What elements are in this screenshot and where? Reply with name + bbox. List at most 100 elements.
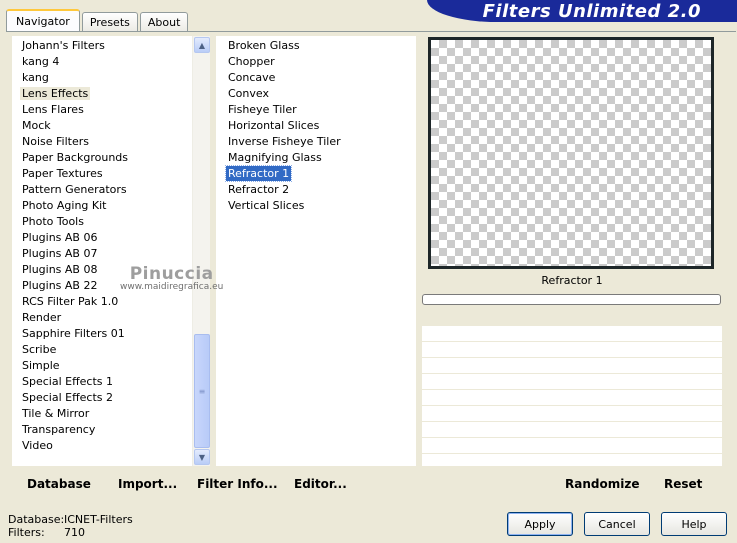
filter-item[interactable]: Horizontal Slices [216, 118, 416, 134]
category-item-label: Photo Aging Kit [22, 199, 107, 212]
import-button[interactable]: Import... [118, 477, 177, 491]
category-scrollbar[interactable]: ▲ ≡ ▼ [192, 36, 210, 466]
category-item-label: Sapphire Filters 01 [22, 327, 125, 340]
filter-item-label: Magnifying Glass [228, 151, 322, 164]
category-item[interactable]: Lens Flares [12, 102, 210, 118]
parameter-row [422, 374, 722, 390]
category-item-label: Plugins AB 22 [22, 279, 98, 292]
category-item[interactable]: Sapphire Filters 01 [12, 326, 210, 342]
category-item-label: Pattern Generators [22, 183, 127, 196]
category-item[interactable]: Johann's Filters [12, 38, 210, 54]
category-item[interactable]: Paper Textures [12, 166, 210, 182]
filter-item-label: Chopper [228, 55, 275, 68]
category-item[interactable]: Special Effects 1 [12, 374, 210, 390]
filter-item[interactable]: Convex [216, 86, 416, 102]
filter-info-button[interactable]: Filter Info... [197, 477, 278, 491]
category-item-label: Paper Textures [22, 167, 103, 180]
category-list-panel: Johann's Filters kang 4 kang Lens Effects Le… [12, 36, 210, 466]
category-item-label: Photo Tools [22, 215, 84, 228]
reset-button[interactable]: Reset [664, 477, 702, 491]
parameter-row [422, 406, 722, 422]
editor-button[interactable]: Editor... [294, 477, 347, 491]
scroll-grip-icon: ≡ [198, 386, 206, 396]
category-item-label: Plugins AB 06 [22, 231, 98, 244]
category-item[interactable]: RCS Filter Pak 1.0 [12, 294, 210, 310]
filter-item-label: Broken Glass [228, 39, 300, 52]
category-item[interactable]: Paper Backgrounds [12, 150, 210, 166]
tab-about[interactable]: About [139, 12, 189, 31]
category-item-label: Mock [22, 119, 51, 132]
category-item-label: Lens Flares [22, 103, 84, 116]
progress-bar [422, 294, 721, 305]
category-item-label: Lens Effects [20, 87, 91, 100]
filter-item[interactable]: Concave [216, 70, 416, 86]
filter-list: Broken Glass Chopper Concave Convex Fisheye … [216, 36, 416, 214]
category-item[interactable]: Lens Effects [12, 86, 210, 102]
scroll-thumb[interactable]: ≡ [194, 334, 210, 448]
category-item[interactable]: Plugins AB 06 [12, 230, 210, 246]
parameter-area [422, 326, 722, 466]
category-item-label: kang [22, 71, 49, 84]
filter-item[interactable]: Vertical Slices [216, 198, 416, 214]
category-item[interactable]: Scribe [12, 342, 210, 358]
parameter-row [422, 326, 722, 342]
tab-navigator[interactable]: Navigator [6, 9, 80, 31]
cancel-button[interactable]: Cancel [584, 512, 650, 536]
category-item[interactable]: Tile & Mirror [12, 406, 210, 422]
category-item-label: Special Effects 1 [22, 375, 114, 388]
filter-item[interactable]: Fisheye Tiler [216, 102, 416, 118]
parameter-row [422, 342, 722, 358]
navigator-toolbar: Database Import... Filter Info... Editor… [12, 470, 416, 496]
category-item-label: Tile & Mirror [22, 407, 90, 420]
filter-item-label: Fisheye Tiler [228, 103, 297, 116]
filter-item-label: Refractor 2 [228, 183, 290, 196]
category-item[interactable]: Video [12, 438, 210, 454]
category-item[interactable]: Photo Tools [12, 214, 210, 230]
category-item[interactable]: Render [12, 310, 210, 326]
category-item[interactable]: Mock [12, 118, 210, 134]
filter-item[interactable]: Magnifying Glass [216, 150, 416, 166]
help-button[interactable]: Help [661, 512, 727, 536]
filter-item[interactable]: Inverse Fisheye Tiler [216, 134, 416, 150]
tab-label: Presets [89, 15, 130, 29]
category-item[interactable]: Special Effects 2 [12, 390, 210, 406]
filters-count-value: 710 [64, 526, 85, 539]
category-item[interactable]: Noise Filters [12, 134, 210, 150]
filter-item[interactable]: Chopper [216, 54, 416, 70]
filter-item-label: Convex [228, 87, 269, 100]
filter-item-label: Concave [228, 71, 276, 84]
scroll-down-icon[interactable]: ▼ [194, 449, 210, 465]
watermark-url: www.maidiregrafica.eu [120, 282, 224, 292]
parameter-row [422, 358, 722, 374]
category-item-label: Special Effects 2 [22, 391, 114, 404]
filter-item[interactable]: Refractor 2 [216, 182, 416, 198]
filters-count-label: Filters: [8, 526, 45, 539]
tab-divider [6, 31, 736, 32]
scroll-up-icon[interactable]: ▲ [194, 37, 210, 53]
parameter-row [422, 390, 722, 406]
apply-button[interactable]: Apply [507, 512, 573, 536]
category-item[interactable]: Plugins AB 07 [12, 246, 210, 262]
filter-item-label: Horizontal Slices [228, 119, 320, 132]
randomize-button[interactable]: Randomize [565, 477, 639, 491]
category-item-label: Johann's Filters [22, 39, 105, 52]
tab-label: Navigator [16, 14, 70, 28]
filter-item[interactable]: Refractor 1 [216, 165, 416, 182]
database-value: ICNET-Filters [64, 513, 133, 526]
tab-strip: Navigator Presets About [6, 9, 190, 31]
category-item[interactable]: Pattern Generators [12, 182, 210, 198]
database-button[interactable]: Database [27, 477, 91, 491]
category-item-label: RCS Filter Pak 1.0 [22, 295, 119, 308]
preview-canvas[interactable] [428, 37, 714, 269]
category-item-label: Transparency [22, 423, 96, 436]
status-area: Database: ICNET-Filters Filters: 710 [8, 513, 133, 539]
parameter-row [422, 438, 722, 454]
category-item[interactable]: Transparency [12, 422, 210, 438]
category-item[interactable]: kang [12, 70, 210, 86]
category-item[interactable]: Simple [12, 358, 210, 374]
filter-item[interactable]: Broken Glass [216, 38, 416, 54]
category-item[interactable]: Photo Aging Kit [12, 198, 210, 214]
category-item[interactable]: kang 4 [12, 54, 210, 70]
tab-presets[interactable]: Presets [81, 12, 138, 31]
watermark-name: Pinuccia [129, 264, 214, 284]
